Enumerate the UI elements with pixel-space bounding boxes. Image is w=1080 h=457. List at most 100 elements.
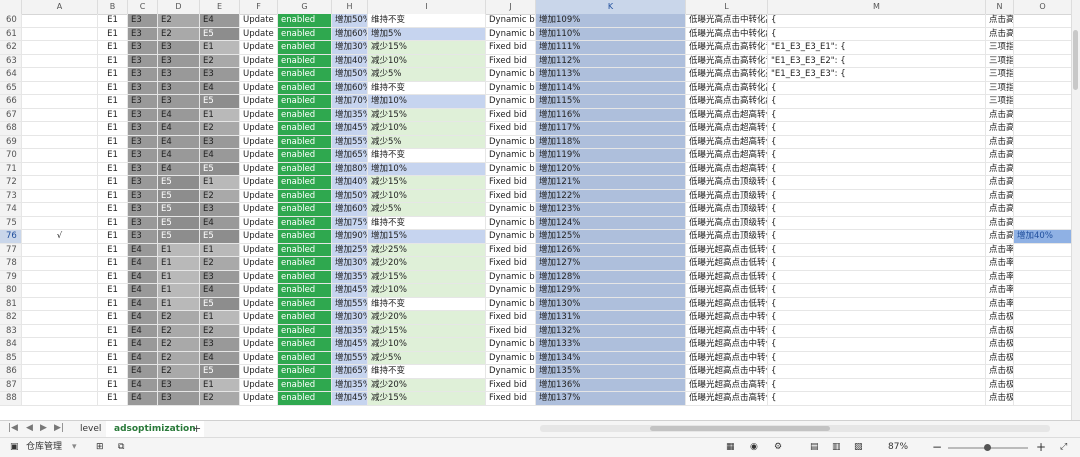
cell-a[interactable] <box>22 27 98 41</box>
cell-i[interactable]: 减少5% <box>368 135 486 149</box>
cell-o[interactable] <box>1014 324 1072 338</box>
column-header-h[interactable]: H <box>332 0 368 14</box>
cell-f[interactable]: Update <box>240 324 278 338</box>
cell-j[interactable]: Dynamic bids - up and down <box>486 216 536 230</box>
cell-h[interactable]: 增加40% <box>332 176 368 190</box>
cell-h[interactable]: 增加60% <box>332 27 368 41</box>
cell-f[interactable]: Update <box>240 176 278 190</box>
cell-k[interactable]: 增加111% <box>536 41 686 55</box>
column-header-m[interactable]: M <box>768 0 986 14</box>
cell-e[interactable]: E2 <box>200 392 240 406</box>
cell-o[interactable] <box>1014 149 1072 163</box>
cell-k[interactable]: 增加116% <box>536 108 686 122</box>
row-number[interactable]: 78 <box>0 257 22 271</box>
cell-e[interactable]: E2 <box>200 257 240 271</box>
cell-e[interactable]: E4 <box>200 81 240 95</box>
cell-j[interactable]: Dynamic bids - up and down <box>486 95 536 109</box>
cell-m[interactable]: { <box>768 176 986 190</box>
cell-f[interactable]: Update <box>240 338 278 352</box>
select-all-corner[interactable] <box>0 0 22 14</box>
cell-e[interactable]: E1 <box>200 243 240 257</box>
cell-l[interactable]: 低曝光高点击超高转化超高效 <box>686 162 768 176</box>
column-header-o[interactable]: O <box>1014 0 1072 14</box>
cell-g[interactable]: enabled <box>278 68 332 82</box>
cell-l[interactable]: 低曝光高点击超高转化亏损 <box>686 122 768 136</box>
cell-d[interactable]: E5 <box>158 189 200 203</box>
cell-i[interactable]: 减少5% <box>368 68 486 82</box>
cell-g[interactable]: enabled <box>278 54 332 68</box>
table-row[interactable]: 85 E1 E4 E2 E4 Update enabled 增加55% 减少5% Dynamic … <box>0 351 1072 365</box>
cell-b[interactable]: E1 <box>98 284 128 298</box>
cell-a[interactable]: √ <box>22 230 98 244</box>
table-row[interactable]: 64 E1 E3 E3 E3 Update enabled 增加50% 减少5% Dynamic … <box>0 68 1072 82</box>
cell-b[interactable]: E1 <box>98 297 128 311</box>
row-number[interactable]: 85 <box>0 351 22 365</box>
cell-i[interactable]: 减少10% <box>368 122 486 136</box>
cell-n[interactable]: 点击高转化极高ACOS接近目标，大幅增加预算小幅降低出价 <box>986 135 1014 149</box>
sheet-view-icon[interactable]: ▦ <box>726 438 735 457</box>
table-row[interactable]: 83 E1 E4 E2 E2 Update enabled 增加35% 减少15% Fixed b… <box>0 324 1072 338</box>
cell-n[interactable]: 点击高转化顶级但亏损，大幅增加预算降低出价 <box>986 189 1014 203</box>
cell-l[interactable]: 低曝光高点击顶级转化高效 <box>686 216 768 230</box>
page-break-icon[interactable]: ▧ <box>854 438 863 457</box>
table-row[interactable]: 71 E1 E3 E4 E5 Update enabled 增加80% 增加10% Dynamic… <box>0 162 1072 176</box>
zoom-out-button[interactable]: − <box>932 438 942 457</box>
table-row[interactable]: 61 E1 E3 E2 E5 Update enabled 增加60% 增加5% Dynamic … <box>0 27 1072 41</box>
cell-e[interactable]: E2 <box>200 122 240 136</box>
cell-c[interactable]: E3 <box>128 68 158 82</box>
cell-n[interactable]: 点击高转化极高但严重亏损，增加预算降低出价寻找平衡 <box>986 108 1014 122</box>
table-row[interactable]: 65 E1 E3 E3 E4 Update enabled 增加60% 维持不变 Dynamic … <box>0 81 1072 95</box>
add-sheet-button[interactable]: + <box>192 421 201 437</box>
cell-h[interactable]: 增加65% <box>332 365 368 379</box>
cell-i[interactable]: 减少15% <box>368 324 486 338</box>
cell-a[interactable] <box>22 41 98 55</box>
cell-k[interactable]: 增加137% <box>536 392 686 406</box>
cell-i[interactable]: 维持不变 <box>368 149 486 163</box>
cell-k[interactable]: 增加119% <box>536 149 686 163</box>
cell-g[interactable]: enabled <box>278 162 332 176</box>
cell-l[interactable]: 低曝光高点击顶级转化盈亏平衡 <box>686 203 768 217</box>
cell-m[interactable]: { <box>768 311 986 325</box>
cell-h[interactable]: 增加35% <box>332 378 368 392</box>
cell-d[interactable]: E4 <box>158 149 200 163</box>
tab-level[interactable]: level <box>72 421 109 437</box>
cell-i[interactable]: 减少15% <box>368 41 486 55</box>
cell-b[interactable]: E1 <box>98 189 128 203</box>
cell-g[interactable]: enabled <box>278 81 332 95</box>
cell-o[interactable] <box>1014 189 1072 203</box>
cell-a[interactable] <box>22 270 98 284</box>
cell-c[interactable]: E4 <box>128 392 158 406</box>
cell-l[interactable]: 低曝光高点击顶级转化超高效 <box>686 230 768 244</box>
row-number[interactable]: 76 <box>0 230 22 244</box>
cell-f[interactable]: Update <box>240 41 278 55</box>
cell-g[interactable]: enabled <box>278 41 332 55</box>
cell-d[interactable]: E2 <box>158 27 200 41</box>
cell-e[interactable]: E5 <box>200 297 240 311</box>
cell-f[interactable]: Update <box>240 392 278 406</box>
table-row[interactable]: 74 E1 E3 E5 E3 Update enabled 增加60% 减少5% Dynamic … <box>0 203 1072 217</box>
cell-c[interactable]: E4 <box>128 378 158 392</box>
cell-d[interactable]: E1 <box>158 270 200 284</box>
cell-f[interactable]: Update <box>240 351 278 365</box>
cell-j[interactable]: Dynamic bids - down only <box>486 68 536 82</box>
cell-k[interactable]: 增加132% <box>536 324 686 338</box>
cell-n[interactable]: 点击极高转化高但亏损，显著增加预算降低出价 <box>986 392 1014 406</box>
cell-a[interactable] <box>22 338 98 352</box>
cell-e[interactable]: E1 <box>200 41 240 55</box>
cell-h[interactable]: 增加55% <box>332 351 368 365</box>
cell-d[interactable]: E2 <box>158 14 200 28</box>
cell-k[interactable]: 增加135% <box>536 365 686 379</box>
cell-d[interactable]: E2 <box>158 365 200 379</box>
row-number[interactable]: 62 <box>0 41 22 55</box>
cell-h[interactable]: 增加30% <box>332 311 368 325</box>
cell-n[interactable]: 点击高转化顶级ACOS接近目标，大幅增加预算小幅降低出价 <box>986 203 1014 217</box>
cell-d[interactable]: E5 <box>158 216 200 230</box>
cell-c[interactable]: E3 <box>128 122 158 136</box>
row-number[interactable]: 73 <box>0 189 22 203</box>
cell-i[interactable]: 减少25% <box>368 243 486 257</box>
cell-d[interactable]: E4 <box>158 135 200 149</box>
cell-a[interactable] <box>22 243 98 257</box>
cell-g[interactable]: enabled <box>278 122 332 136</box>
cell-m[interactable]: { <box>768 95 986 109</box>
cell-o[interactable] <box>1014 95 1072 109</box>
